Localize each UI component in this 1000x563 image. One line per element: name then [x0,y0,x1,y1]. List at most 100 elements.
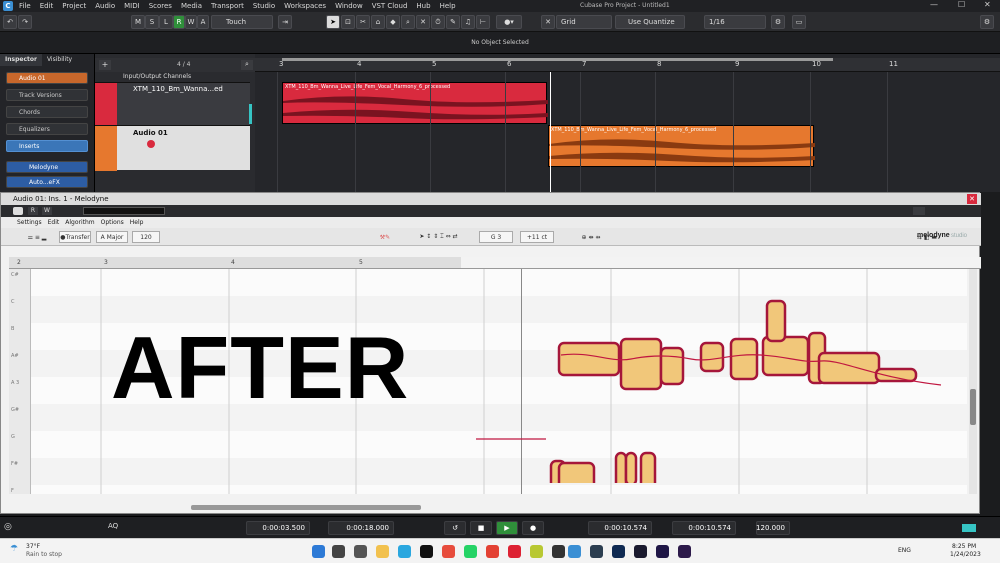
menu-edit[interactable]: Edit [48,219,60,226]
plugin-close-icon[interactable]: ✕ [967,194,977,204]
mode-a-button[interactable]: A [197,15,209,29]
youtube-icon[interactable] [508,545,521,558]
snap-tools-icons[interactable]: ⊕ ⇼ ⇻ [561,231,621,243]
after-effects-icon[interactable] [656,545,669,558]
vertical-scroll-thumb[interactable] [970,389,976,425]
insert-slot-melodyne[interactable]: Melodyne [6,161,88,173]
position-primary-field[interactable]: 0:00:10.574 [588,521,652,535]
mode-m-button[interactable]: M [131,15,145,29]
read-automation-button[interactable]: R [28,207,38,215]
file-explorer-icon[interactable] [376,545,389,558]
search-icon[interactable] [332,545,345,558]
cubase-logo-icon[interactable]: C [3,1,13,11]
note-blob[interactable] [557,461,596,483]
play-tool-icon[interactable]: ♫ [461,15,475,29]
tempo-field[interactable]: 120.000 [756,521,790,535]
quantize-mode-select[interactable]: Use Quantize [615,15,685,29]
clock-time[interactable]: 8:25 PM [952,543,976,550]
mode-r-button[interactable]: R [173,15,185,29]
app-icon-2[interactable] [530,545,543,558]
weather-temp[interactable]: 37°F [26,543,40,550]
glue-tool-icon[interactable]: ⌂ [371,15,385,29]
menu-settings[interactable]: Settings [17,219,42,226]
note-blob[interactable] [765,299,787,343]
photoshop-icon[interactable] [612,545,625,558]
track-row-xtm[interactable]: XTM_110_Bm_Wanna...ed [95,82,250,126]
inspector-section-inserts[interactable]: Inserts [6,140,88,152]
maximize-icon[interactable]: ☐ [958,0,965,9]
menu-transport[interactable]: Transport [211,2,244,10]
minimize-icon[interactable]: — [930,0,938,9]
chrome-icon[interactable] [486,545,499,558]
cycle-button[interactable]: ↺ [444,521,466,535]
time-warp-icon[interactable]: ⏱ [431,15,445,29]
menu-hub[interactable]: Hub [416,2,430,10]
audio-clip-orange[interactable]: XTM_110_Bm_Wanna_Live_Life_Fem_Vocal_Har… [548,125,815,167]
weather-desc[interactable]: Rain to stop [26,551,62,558]
track-row-audio01[interactable]: Audio 01 [95,125,250,171]
menu-edit[interactable]: Edit [40,2,54,10]
menu-algorithm[interactable]: Algorithm [65,219,94,226]
note-blob[interactable] [659,346,685,386]
transfer-button[interactable]: ● Transfer [59,231,91,243]
language-indicator[interactable]: ENG [898,547,911,554]
note-blob[interactable] [699,341,725,373]
inspector-section-chords[interactable]: Chords [6,106,88,118]
search-tracks-icon[interactable]: ⌕ [241,60,253,70]
app-icon-4[interactable] [590,545,603,558]
menu-vst-cloud[interactable]: VST Cloud [372,2,408,10]
auto-scroll-icon[interactable]: ⇥ [278,15,292,29]
telegram-icon[interactable] [398,545,411,558]
menu-studio[interactable]: Studio [253,2,275,10]
task-view-icon[interactable] [354,545,367,558]
playhead[interactable] [550,72,551,192]
mode-l-button[interactable]: L [159,15,173,29]
menu-media[interactable]: Media [181,2,202,10]
layout-icon[interactable]: ▭ [792,15,806,29]
erase-tool-icon[interactable]: ◆ [386,15,400,29]
quantize-value-select[interactable]: 1/16 [704,15,766,29]
automation-mode-select[interactable]: Touch [211,15,273,29]
power-icon[interactable] [13,207,23,215]
tiktok-icon[interactable] [420,545,433,558]
menu-options[interactable]: Options [101,219,124,226]
track-name[interactable]: XTM_110_Bm_Wanna...ed [133,85,223,93]
metronome-icon[interactable]: ◎ [4,522,16,534]
weather-icon[interactable]: ☂ [10,544,18,554]
menu-midi[interactable]: MIDI [124,2,140,10]
menu-audio[interactable]: Audio [95,2,115,10]
note-blobs[interactable] [471,293,951,483]
insert-slot-autotune[interactable]: Auto...eFX [6,176,88,188]
note-blob[interactable] [619,337,663,391]
macro-tools-icon[interactable]: ⚒✎ [371,231,399,243]
menu-help[interactable]: Help [440,2,456,10]
audio-clip-red[interactable]: XTM_110_Bm_Wanna_Live_Life_Fem_Vocal_Har… [282,82,548,124]
loop-range[interactable] [282,58,833,61]
preset-field[interactable] [83,207,165,215]
menu-workspaces[interactable]: Workspaces [284,2,326,10]
clock-date[interactable]: 1/24/2023 [950,551,981,558]
view-toggle-icons[interactable]: ⚌ ≡ ▂ [17,231,57,243]
note-blob[interactable] [729,337,759,381]
range-tool-icon[interactable]: ⊡ [341,15,355,29]
grid-type-select[interactable]: Grid [556,15,612,29]
ao-icon[interactable]: AQ [108,522,118,530]
note-blob[interactable] [624,451,638,483]
track-name[interactable]: Audio 01 [133,129,168,137]
premiere-icon[interactable] [634,545,647,558]
whatsapp-icon[interactable] [464,545,477,558]
add-track-icon[interactable]: + [99,60,111,70]
quantize-settings-icon[interactable]: ⚙ [771,15,785,29]
mode-s-button[interactable]: S [145,15,159,29]
play-button[interactable]: ▶ [496,521,518,535]
menu-project[interactable]: Project [62,2,86,10]
redo-icon[interactable]: ↷ [18,15,32,29]
write-automation-button[interactable]: W [42,207,52,215]
cubase-taskbar-icon[interactable] [568,545,581,558]
piano-keyboard[interactable]: C# C B A# A 3 G# G F# F [9,269,31,494]
comp-tool-icon[interactable]: ⊢ [476,15,490,29]
menu-window[interactable]: Window [335,2,363,10]
inspector-section-track-versions[interactable]: Track Versions [6,89,88,101]
position-secondary-field[interactable]: 0:00:10.574 [672,521,736,535]
vertical-scrollbar[interactable] [969,269,977,494]
